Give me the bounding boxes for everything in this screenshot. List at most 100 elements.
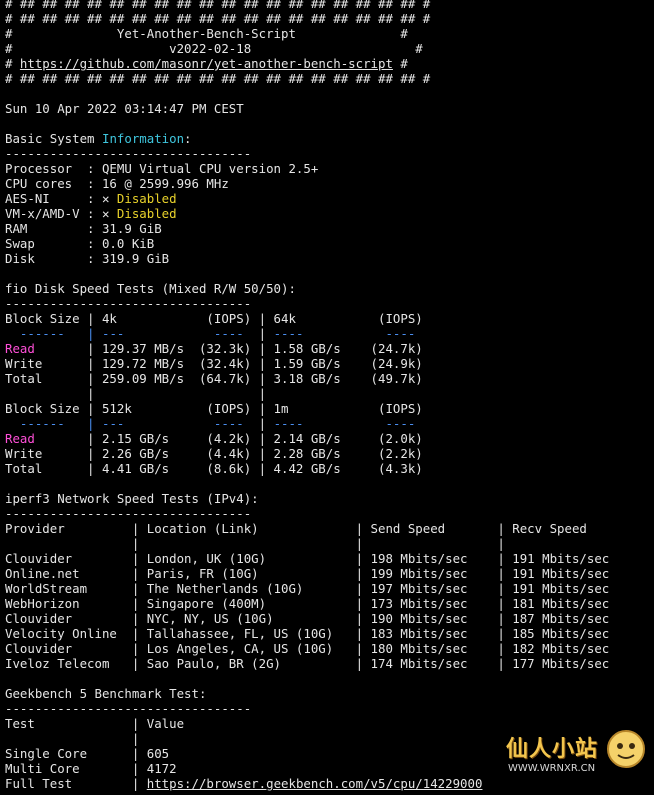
terminal-link[interactable]: https://browser.geekbench.com/v5/cpu/142…	[147, 776, 483, 791]
terminal-text: # ## ## ## ## ## ## ## ## ## ## ## ## ##…	[5, 0, 431, 11]
terminal-line: AES-NI : ✕ Disabled	[5, 191, 654, 206]
terminal-line: ---------------------------------	[5, 296, 654, 311]
terminal-text: Single Core | 605	[5, 746, 170, 761]
terminal-text: Test | Value	[5, 716, 185, 731]
terminal-text: | 129.37 MB/s (32.3k) | 1.58 GB/s (24.7k…	[34, 341, 423, 356]
terminal-text: Velocity Online | Tallahassee, FL, US (1…	[5, 626, 610, 641]
terminal-text: ------ |	[5, 326, 102, 341]
terminal-line: Total | 4.41 GB/s (8.6k) | 4.42 GB/s (4.…	[5, 461, 654, 476]
watermark-title: 仙人小站	[506, 737, 599, 762]
terminal-text: #	[5, 56, 20, 71]
terminal-line: Total | 259.09 MB/s (64.7k) | 3.18 GB/s …	[5, 371, 654, 386]
terminal-text: iperf3 Network Speed Tests (IPv4):	[5, 491, 259, 506]
terminal-line: Write | 129.72 MB/s (32.4k) | 1.59 GB/s …	[5, 356, 654, 371]
terminal-text: # ## ## ## ## ## ## ## ## ## ## ## ## ##…	[5, 71, 431, 86]
terminal-line: ---------------------------------	[5, 701, 654, 716]
terminal-text: # Yet-Another-Bench-Script #	[5, 26, 408, 41]
terminal-text: |	[258, 416, 274, 431]
terminal-text: fio Disk Speed Tests (Mixed R/W 50/50):	[5, 281, 296, 296]
terminal-link[interactable]: https://github.com/masonr/yet-another-be…	[20, 56, 393, 71]
terminal-line: VM-x/AMD-V : ✕ Disabled	[5, 206, 654, 221]
terminal-line: | | |	[5, 536, 654, 551]
terminal-text: Basic System	[5, 131, 102, 146]
terminal-line: Geekbench 5 Benchmark Test:	[5, 686, 654, 701]
terminal-line: Read | 129.37 MB/s (32.3k) | 1.58 GB/s (…	[5, 341, 654, 356]
terminal-line: Block Size | 4k (IOPS) | 64k (IOPS)	[5, 311, 654, 326]
watermark-url: WWW.WRNXR.CN	[508, 763, 596, 774]
terminal-text: | 2.15 GB/s (4.2k) | 2.14 GB/s (2.0k)	[34, 431, 423, 446]
terminal-text: Clouvider | NYC, NY, US (10G) | 190 Mbit…	[5, 611, 610, 626]
terminal-text: RAM : 31.9 GiB	[5, 221, 162, 236]
mascot-face-icon	[607, 730, 645, 768]
terminal-line: WorldStream | The Netherlands (10G) | 19…	[5, 581, 654, 596]
terminal-text: WorldStream | The Netherlands (10G) | 19…	[5, 581, 610, 596]
terminal-text: Geekbench 5 Benchmark Test:	[5, 686, 207, 701]
terminal-line: # https://github.com/masonr/yet-another-…	[5, 56, 654, 71]
terminal-text: WebHorizon | Singapore (400M) | 173 Mbit…	[5, 596, 610, 611]
terminal-text: --- ----	[101, 326, 259, 341]
terminal-text: Block Size | 4k (IOPS) | 64k (IOPS)	[5, 311, 423, 326]
terminal-text: | |	[5, 386, 267, 401]
terminal-line: Read | 2.15 GB/s (4.2k) | 2.14 GB/s (2.0…	[5, 431, 654, 446]
terminal-text: ---------------------------------	[5, 701, 252, 716]
terminal-line: Sun 10 Apr 2022 03:14:47 PM CEST	[5, 101, 654, 116]
terminal-line: ------ | --- ---- | ---- ----	[5, 416, 654, 431]
terminal-line: # ## ## ## ## ## ## ## ## ## ## ## ## ##…	[5, 0, 654, 11]
terminal-text: --- ----	[101, 416, 259, 431]
terminal-text: |	[258, 326, 274, 341]
terminal-line: CPU cores : 16 @ 2599.996 MHz	[5, 176, 654, 191]
terminal-text: #	[392, 56, 408, 71]
terminal-text: Iveloz Telecom | Sao Paulo, BR (2G) | 17…	[5, 656, 610, 671]
terminal-line: iperf3 Network Speed Tests (IPv4):	[5, 491, 654, 506]
terminal-line: Swap : 0.0 KiB	[5, 236, 654, 251]
terminal-text: Total | 259.09 MB/s (64.7k) | 3.18 GB/s …	[5, 371, 423, 386]
terminal-text: Block Size | 512k (IOPS) | 1m (IOPS)	[5, 401, 423, 416]
terminal-line: Basic System Information:	[5, 131, 654, 146]
terminal-line: | |	[5, 386, 654, 401]
terminal-line: Block Size | 512k (IOPS) | 1m (IOPS)	[5, 401, 654, 416]
terminal-text: |	[5, 731, 140, 746]
terminal-text: Read	[5, 341, 35, 356]
terminal-line: ------ | --- ---- | ---- ----	[5, 326, 654, 341]
terminal-text: Information	[101, 131, 185, 146]
terminal-text: Provider | Location (Link) | Send Speed …	[5, 521, 587, 536]
terminal-text: | | |	[5, 536, 505, 551]
terminal-text: ---- ----	[273, 416, 423, 431]
terminal-text: ---------------------------------	[5, 506, 252, 521]
terminal-line: Clouvider | Los Angeles, CA, US (10G) | …	[5, 641, 654, 656]
terminal-text: Write | 2.26 GB/s (4.4k) | 2.28 GB/s (2.…	[5, 446, 423, 461]
terminal-text: :	[184, 131, 192, 146]
terminal-text: Swap : 0.0 KiB	[5, 236, 155, 251]
terminal-line: # v2022-02-18 #	[5, 41, 654, 56]
terminal-text: Multi Core | 4172	[5, 761, 177, 776]
terminal-text: Disabled	[116, 191, 177, 206]
terminal-line: WebHorizon | Singapore (400M) | 173 Mbit…	[5, 596, 654, 611]
terminal-text: Online.net | Paris, FR (10G) | 199 Mbits…	[5, 566, 610, 581]
terminal-text: Read	[5, 431, 35, 446]
terminal-line: RAM : 31.9 GiB	[5, 221, 654, 236]
terminal-text: Clouvider | London, UK (10G) | 198 Mbits…	[5, 551, 610, 566]
terminal-line: Write | 2.26 GB/s (4.4k) | 2.28 GB/s (2.…	[5, 446, 654, 461]
terminal-line: ---------------------------------	[5, 506, 654, 521]
terminal-line: Disk : 319.9 GiB	[5, 251, 654, 266]
terminal-line: Processor : QEMU Virtual CPU version 2.5…	[5, 161, 654, 176]
terminal-text: Total | 4.41 GB/s (8.6k) | 4.42 GB/s (4.…	[5, 461, 423, 476]
terminal-line: Velocity Online | Tallahassee, FL, US (1…	[5, 626, 654, 641]
terminal-line: Clouvider | NYC, NY, US (10G) | 190 Mbit…	[5, 611, 654, 626]
terminal-text: AES-NI : ✕	[5, 191, 117, 206]
terminal-text: ---------------------------------	[5, 146, 252, 161]
terminal-text: # v2022-02-18 #	[5, 41, 423, 56]
terminal-text: VM-x/AMD-V : ✕	[5, 206, 117, 221]
terminal-line: Online.net | Paris, FR (10G) | 199 Mbits…	[5, 566, 654, 581]
terminal-output: # ## ## ## ## ## ## ## ## ## ## ## ## ##…	[5, 0, 654, 791]
terminal-line: Iveloz Telecom | Sao Paulo, BR (2G) | 17…	[5, 656, 654, 671]
terminal-text: ------ |	[5, 416, 102, 431]
terminal-text: # ## ## ## ## ## ## ## ## ## ## ## ## ##…	[5, 11, 431, 26]
terminal-text: Clouvider | Los Angeles, CA, US (10G) | …	[5, 641, 610, 656]
terminal-line: Clouvider | London, UK (10G) | 198 Mbits…	[5, 551, 654, 566]
terminal-line: # ## ## ## ## ## ## ## ## ## ## ## ## ##…	[5, 11, 654, 26]
